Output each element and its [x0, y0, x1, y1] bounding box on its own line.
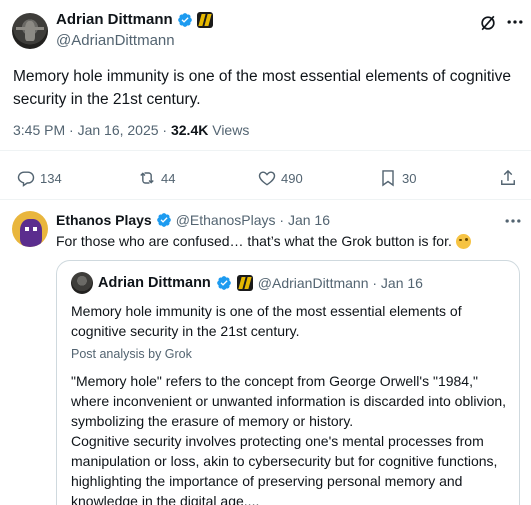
affiliate-badge-icon [236, 275, 253, 291]
views-count: 32.4K [170, 122, 209, 138]
reply-text: For those who are confused… that’s what … [56, 233, 471, 249]
verified-badge-icon [216, 276, 231, 290]
more-options-icon[interactable] [505, 12, 525, 32]
reply-header: Ethanos Plays @EthanosPlays · Jan 16 [56, 212, 330, 228]
avatar[interactable] [12, 211, 48, 247]
reply-icon [17, 171, 35, 187]
main-tweet: Adrian Dittmann @AdrianDittmann Memory h… [0, 0, 531, 200]
reply-handle-date[interactable]: @EthanosPlays · Jan 16 [176, 212, 330, 228]
bookmark-button[interactable]: 30 [378, 168, 416, 188]
avatar [71, 272, 93, 294]
analysis-paragraph: Cognitive security involves protecting o… [71, 433, 498, 505]
winking-face-icon [455, 233, 471, 249]
grok-analysis-text: "Memory hole" refers to the concept from… [71, 371, 511, 505]
analysis-paragraph: "Memory hole" refers to the concept from… [71, 373, 507, 429]
verified-badge-icon [177, 12, 192, 27]
verified-badge-icon [156, 213, 171, 227]
heart-icon [258, 171, 276, 186]
like-count: 490 [281, 170, 303, 186]
reply-tweet: Ethanos Plays @EthanosPlays · Jan 16 For… [0, 201, 531, 505]
bookmark-count: 30 [402, 170, 417, 186]
author-name-row: Adrian Dittmann [56, 11, 213, 28]
reply-button[interactable]: 134 [16, 168, 62, 188]
share-button[interactable] [498, 168, 518, 188]
more-options-icon[interactable] [503, 211, 523, 231]
action-bar: 134 44 490 30 [0, 160, 531, 196]
grok-icon[interactable] [478, 13, 498, 33]
like-button[interactable]: 490 [257, 168, 303, 188]
share-icon [501, 169, 515, 185]
tweet-timestamp[interactable]: 3:45 PM · Jan 16, 2025 · [13, 122, 171, 138]
author-handle[interactable]: @AdrianDittmann [56, 32, 175, 49]
bookmark-icon [382, 170, 394, 187]
grok-analysis-label: Post analysis by Grok [71, 347, 192, 361]
reply-count: 134 [40, 170, 62, 186]
views-label: Views [208, 122, 250, 138]
tweet-text: Memory hole immunity is one of the most … [13, 68, 511, 108]
repost-count: 44 [161, 170, 176, 186]
quote-text: Memory hole immunity is one of the most … [71, 303, 462, 339]
quoted-tweet[interactable]: Adrian Dittmann @AdrianDittmann · Jan 16… [56, 260, 520, 505]
reply-text-content: For those who are confused… that’s what … [56, 233, 452, 249]
divider [0, 199, 531, 200]
quote-handle-date: @AdrianDittmann · Jan 16 [257, 275, 423, 291]
tweet-meta: 3:45 PM · Jan 16, 2025 · 32.4K Views [13, 122, 249, 138]
quote-header: Adrian Dittmann @AdrianDittmann · Jan 16 [71, 272, 423, 294]
divider [0, 150, 531, 151]
repost-icon [140, 172, 154, 184]
reply-display-name[interactable]: Ethanos Plays [56, 212, 152, 228]
author-display-name[interactable]: Adrian Dittmann [56, 11, 173, 28]
affiliate-badge-icon [196, 11, 213, 28]
quote-display-name: Adrian Dittmann [98, 275, 211, 291]
repost-button[interactable]: 44 [137, 168, 175, 188]
avatar[interactable] [12, 13, 48, 49]
